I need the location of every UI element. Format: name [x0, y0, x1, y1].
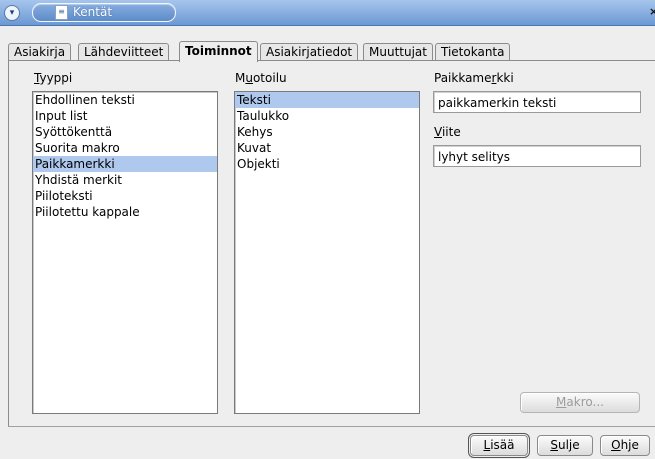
placeholder-label: Paikkamerkki [434, 71, 514, 85]
tab-tietokanta[interactable]: Tietokanta [435, 43, 511, 61]
format-label: Muotoilu [235, 71, 287, 85]
tab-asiakirja[interactable]: Asiakirja [8, 43, 72, 61]
title-pill: ≡ Kentät [32, 3, 176, 22]
format-list[interactable]: Teksti Taulukko Kehys Kuvat Objekti [234, 91, 420, 414]
divider [8, 426, 655, 427]
document-icon: ≡ [55, 5, 68, 20]
close-icon[interactable]: × [649, 6, 655, 18]
tab-toiminnot[interactable]: Toiminnot [179, 41, 258, 62]
list-item[interactable]: Kuvat [235, 140, 419, 156]
window-menu-icon[interactable]: ▾ [4, 5, 20, 21]
placeholder-field[interactable]: paikkamerkin teksti [433, 91, 641, 113]
title-bar: ▾ ≡ Kentät × [0, 0, 655, 26]
list-item[interactable]: Suorita makro [33, 140, 217, 156]
close-button[interactable]: Sulje [537, 435, 593, 456]
list-item[interactable]: Ehdollinen teksti [33, 92, 217, 108]
list-item[interactable]: Objekti [235, 156, 419, 172]
list-item-selected[interactable]: Paikkamerkki [33, 156, 217, 172]
list-item[interactable]: Input list [33, 108, 217, 124]
list-item[interactable]: Syöttökenttä [33, 124, 217, 140]
help-button[interactable]: Ohje [600, 435, 650, 456]
list-item[interactable]: Piiloteksti [33, 188, 217, 204]
insert-button[interactable]: Lisää [468, 433, 530, 458]
list-item[interactable]: Yhdistä merkit [33, 172, 217, 188]
reference-label: Viite [434, 125, 461, 139]
list-item[interactable]: Piilotettu kappale [33, 204, 217, 220]
tab-asiakirjatiedot[interactable]: Asiakirjatiedot [260, 43, 359, 61]
type-label: Tyyppi [34, 71, 73, 85]
tab-lahdeviitteet[interactable]: Lähdeviitteet [78, 43, 170, 61]
reference-field[interactable]: lyhyt selitys [433, 145, 641, 167]
list-item-selected[interactable]: Teksti [235, 92, 419, 108]
list-item[interactable]: Kehys [235, 124, 419, 140]
list-item[interactable]: Taulukko [235, 108, 419, 124]
tab-muuttujat[interactable]: Muuttujat [363, 43, 433, 61]
window-title: Kentät [73, 5, 113, 19]
macro-button[interactable]: Makro... [520, 392, 640, 413]
type-list[interactable]: Ehdollinen teksti Input list Syöttökentt… [32, 91, 218, 414]
